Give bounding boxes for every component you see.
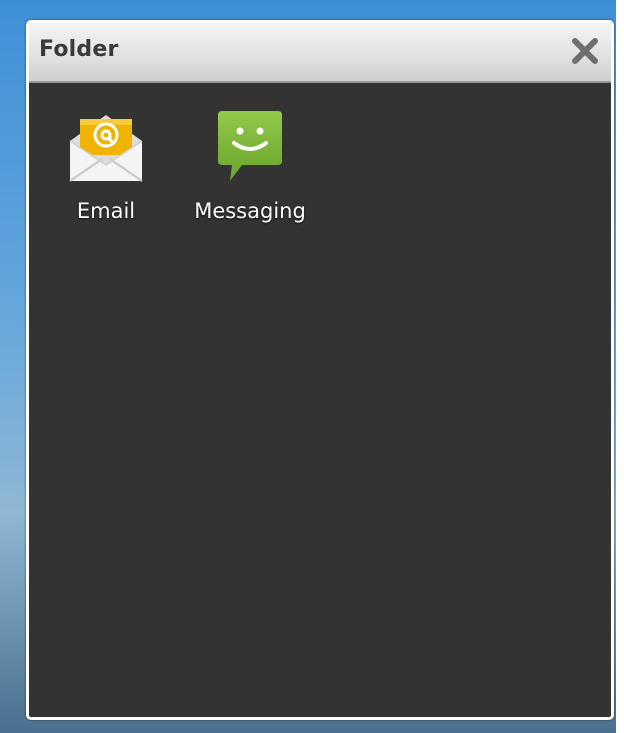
app-label-email: Email: [76, 199, 136, 223]
folder-title-bar: Folder: [29, 23, 611, 83]
folder-content: Email Messaging: [29, 83, 611, 717]
folder-title[interactable]: Folder: [39, 37, 119, 62]
app-label-messaging: Messaging: [194, 199, 306, 223]
folder-window: Folder Email Messaging: [26, 20, 614, 720]
messaging-bubble-icon: [218, 111, 282, 181]
email-envelope-icon: [69, 115, 143, 182]
app-email[interactable]: Email: [36, 105, 176, 223]
close-folder-button[interactable]: [565, 31, 605, 71]
app-messaging[interactable]: Messaging: [180, 105, 320, 223]
screen-edge: [616, 0, 624, 733]
close-x-icon: [572, 38, 598, 64]
